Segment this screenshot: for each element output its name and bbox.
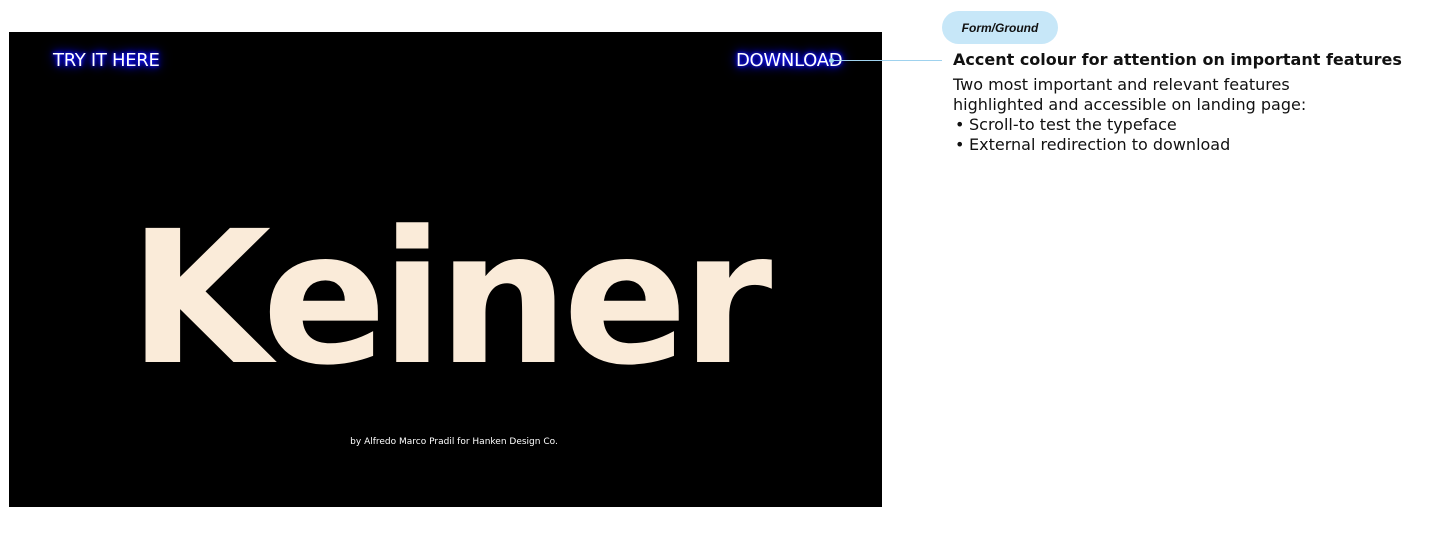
bullet-icon: • bbox=[955, 135, 965, 154]
try-it-here-link[interactable]: TRY IT HERE bbox=[49, 50, 164, 73]
annotation-note: Accent colour for attention on important… bbox=[953, 50, 1423, 155]
bullet-text: Scroll-to test the typeface bbox=[969, 115, 1177, 134]
category-tag: Form/Ground bbox=[942, 11, 1058, 44]
bullet-item: • Scroll-to test the typeface bbox=[953, 115, 1423, 135]
annotation-body-line-2: highlighted and accessible on landing pa… bbox=[953, 95, 1307, 114]
annotation-connector-line bbox=[832, 60, 942, 61]
bullet-text: External redirection to download bbox=[969, 135, 1231, 154]
annotation-body-line-1: Two most important and relevant features bbox=[953, 75, 1290, 94]
hero-title: Keiner bbox=[128, 192, 773, 406]
annotation-bullet-list: • Scroll-to test the typeface • External… bbox=[953, 115, 1423, 155]
site-preview-frame: TRY IT HERE DOWNLOAD Keiner by Alfredo M… bbox=[9, 32, 882, 507]
download-link[interactable]: DOWNLOAD bbox=[732, 50, 847, 73]
credit-line: by Alfredo Marco Pradil for Hanken Desig… bbox=[350, 437, 558, 447]
bullet-icon: • bbox=[955, 115, 965, 134]
try-it-here-label: TRY IT HERE bbox=[53, 50, 160, 71]
download-label: DOWNLOAD bbox=[736, 50, 843, 71]
annotation-heading: Accent colour for attention on important… bbox=[953, 50, 1402, 69]
bullet-item: • External redirection to download bbox=[953, 135, 1423, 155]
